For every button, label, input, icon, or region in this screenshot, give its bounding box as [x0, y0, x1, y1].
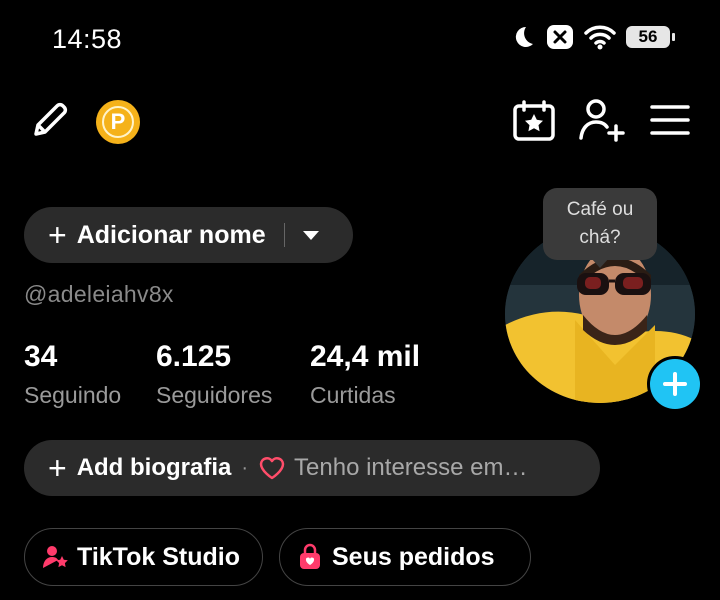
add-bio-label: Add biografia: [76, 454, 232, 481]
notification-mute-icon: [547, 25, 573, 49]
stat-value: 6.125: [156, 340, 232, 373]
pencil-icon[interactable]: [28, 98, 72, 142]
chip-label: Seus pedidos: [332, 542, 495, 571]
stat-value: 34: [24, 340, 58, 373]
orders-button[interactable]: Seus pedidos: [279, 528, 531, 586]
chevron-down-icon[interactable]: [302, 230, 319, 240]
add-name-button[interactable]: + Adicionar nome: [24, 207, 353, 263]
add-user-icon[interactable]: [578, 98, 626, 142]
plus-icon: +: [48, 450, 67, 486]
stat-likes[interactable]: 24,4 mil Curtidas: [310, 340, 420, 409]
username: @adeleiahv8x: [24, 281, 174, 307]
add-avatar-button[interactable]: [647, 356, 703, 412]
coin-icon[interactable]: P: [96, 100, 140, 144]
stat-label: Seguindo: [24, 382, 122, 408]
studio-icon: [41, 543, 69, 571]
divider: [283, 223, 285, 247]
status-icons: 56: [510, 24, 675, 50]
plus-icon: [663, 372, 687, 396]
coin-letter: P: [102, 106, 134, 138]
stat-label: Curtidas: [310, 382, 396, 408]
status-time: 14:58: [52, 24, 123, 54]
avatar-speech-bubble[interactable]: Café ou chá?: [543, 188, 657, 260]
calendar-star-icon[interactable]: [512, 100, 556, 142]
add-bio-button[interactable]: + Add biografia · Tenho interesse em…: [24, 440, 600, 496]
menu-icon[interactable]: [650, 104, 690, 136]
stat-value: 24,4 mil: [310, 340, 421, 373]
chip-label: TikTok Studio: [77, 542, 240, 571]
battery-level: 56: [638, 27, 658, 46]
shopping-bag-icon: [296, 543, 324, 571]
add-name-label: Adicionar nome: [76, 220, 266, 249]
stat-followers[interactable]: 6.125 Seguidores: [156, 340, 272, 409]
plus-icon: +: [48, 217, 67, 253]
stat-following[interactable]: 34 Seguindo: [24, 340, 121, 409]
tiktok-studio-button[interactable]: TikTok Studio: [24, 528, 263, 586]
battery-icon: 56: [626, 26, 675, 48]
moon-icon: [515, 26, 533, 47]
separator-dot: ·: [241, 456, 249, 479]
stat-label: Seguidores: [156, 382, 273, 408]
wifi-icon: [584, 25, 616, 50]
bubble-tail: [591, 258, 609, 268]
interest-text: Tenho interesse em…: [294, 454, 528, 481]
heart-icon: [258, 455, 286, 481]
